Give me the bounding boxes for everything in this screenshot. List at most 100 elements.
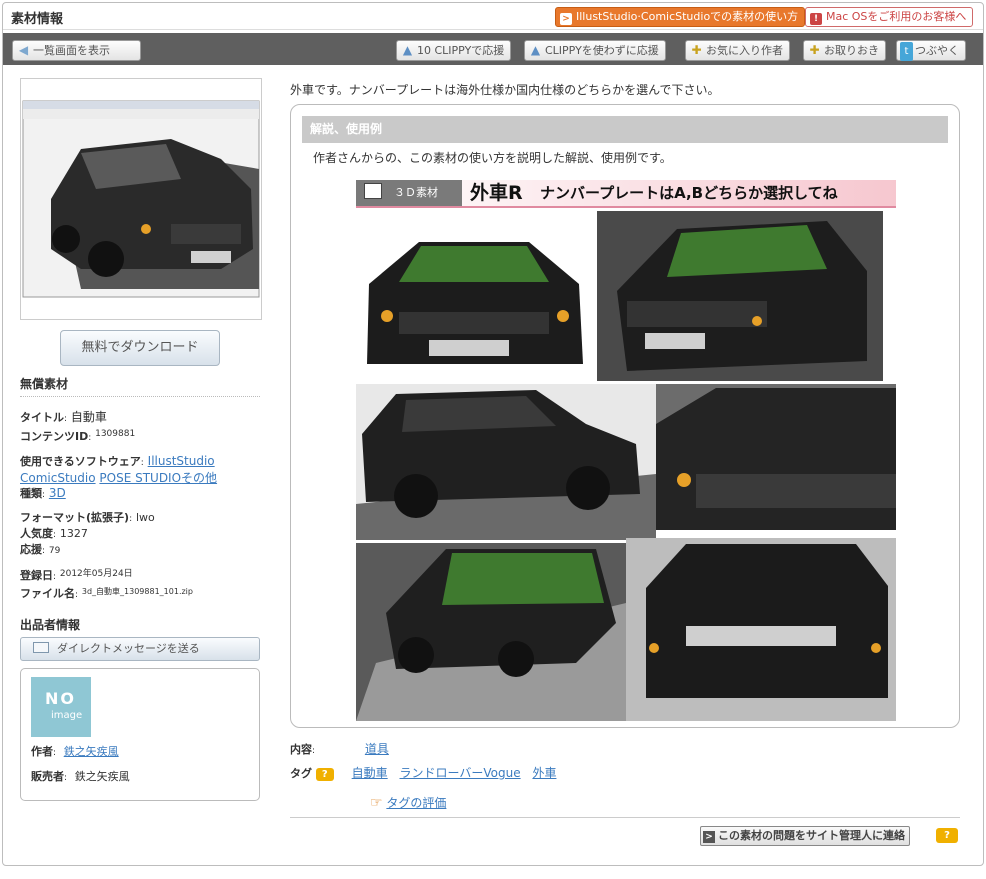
back-to-list-button[interactable]: ◀ 一覧画面を表示 [12, 40, 141, 61]
example-image-front-quarter [597, 211, 883, 381]
title-value: 自動車 [70, 410, 107, 424]
example-image-side [356, 384, 656, 540]
arrow-left-icon: ◀ [18, 43, 29, 57]
bookmark-label: お取りおき [824, 44, 879, 57]
guide-button[interactable]: > IllustStudio·ComicStudioでの素材の使い方 [555, 7, 806, 27]
tag-link[interactable]: 外車 [532, 766, 556, 780]
envelope-icon [33, 642, 49, 653]
kind-label: 種類 [20, 487, 42, 500]
clip-icon: ▲ [530, 43, 541, 57]
example-images [356, 208, 896, 721]
content-link[interactable]: 道具 [365, 742, 389, 756]
arrow-right-icon: > [703, 831, 715, 843]
favorite-author-label: お気に入り作者 [706, 44, 783, 57]
free-download-button[interactable]: 無料でダウンロード [60, 330, 220, 366]
software-link-other[interactable]: その他 [181, 471, 217, 485]
twitter-icon: t [900, 42, 913, 61]
car-rear-render [626, 538, 896, 721]
help-icon[interactable]: ? [315, 768, 334, 781]
car-front-render [359, 234, 591, 368]
alert-icon: ! [810, 13, 822, 25]
header: 素材情報 > IllustStudio·ComicStudioでの素材の使い方 !… [3, 3, 983, 30]
support-free-button[interactable]: ▲ CLIPPYを使わずに応援 [524, 40, 666, 61]
plus-icon: ✚ [809, 43, 820, 57]
format-value: lwo [135, 511, 155, 524]
author-row: 作者: 鉄之矢疾風 [31, 745, 119, 758]
report-button[interactable]: > この素材の問題をサイト管理人に連絡 [700, 826, 910, 846]
arrow-right-icon: > [560, 13, 572, 25]
example-image-hood [656, 384, 896, 530]
bookmark-button[interactable]: ✚ お取りおき [803, 40, 886, 61]
filename-value: 3d_自動車_1309881_101.zip [81, 587, 193, 596]
plus-icon: ✚ [691, 43, 702, 57]
toolbar: ◀ 一覧画面を表示 ▲ 10 CLIPPYで応援 ▲ CLIPPYを使わずに応援 ✚ お… [3, 33, 983, 65]
car-quarter-render [597, 211, 883, 381]
guide-label: IllustStudio·ComicStudioでの素材の使い方 [576, 10, 799, 23]
software-link-illuststudio[interactable]: IllustStudio [148, 454, 215, 468]
vendor-value: 鉄之矢疾風 [74, 770, 130, 783]
cube-icon [364, 183, 382, 199]
help-icon[interactable]: ? [936, 828, 958, 843]
popularity-label: 人気度 [20, 527, 53, 540]
direct-message-button[interactable]: ダイレクトメッセージを送る [20, 637, 260, 661]
filename-row: ファイル名: 3d_自動車_1309881_101.zip [20, 587, 193, 600]
example-image-front [359, 234, 591, 368]
tag-link[interactable]: ランドローバーVogue [400, 766, 521, 780]
software-link-comicstudio[interactable]: ComicStudio [20, 471, 96, 485]
kind-row: 種類: 3D [20, 486, 66, 500]
tags-row: タグ ? 自動車 ランドローバーVogue 外車 [290, 764, 556, 781]
back-label: 一覧画面を表示 [33, 44, 110, 57]
vendor-row: 販売者: 鉄之矢疾風 [31, 770, 130, 783]
vendor-label: 販売者 [31, 770, 64, 783]
banner-tag: ３Ｄ素材 [356, 180, 462, 206]
banner-tag-label: ３Ｄ素材 [394, 186, 438, 199]
clip-icon: ▲ [402, 43, 413, 57]
material-thumbnail[interactable] [20, 78, 262, 320]
example-banner: ３Ｄ素材 外車R ナンバープレートはA,Bどちらか選択してね [356, 180, 896, 208]
mac-notice-button[interactable]: ! Mac OSをご利用のお客様へ [805, 7, 974, 27]
clippy10-label: 10 CLIPPYで応援 [417, 44, 505, 57]
popularity-row: 人気度: 1327 [20, 527, 88, 540]
tag-evaluation[interactable]: ☞ タグの評価 [370, 794, 446, 811]
avatar: NO image [31, 677, 91, 737]
report-label: この素材の問題をサイト管理人に連絡 [718, 829, 905, 842]
car-top-render [356, 543, 626, 721]
kind-link-3d[interactable]: 3D [49, 486, 66, 500]
popularity-value: 1327 [59, 527, 88, 540]
content-id-row: コンテンツID: 1309881 [20, 429, 136, 443]
format-label: フォーマット(拡張子) [20, 511, 130, 524]
pointing-hand-icon: ☞ [370, 795, 383, 811]
date-label: 登録日 [20, 569, 53, 582]
content-label: 内容 [290, 743, 312, 756]
divider [290, 817, 960, 818]
content-id-value: 1309881 [95, 429, 136, 439]
divider [20, 396, 260, 397]
support-label: 応援 [20, 543, 42, 556]
seller-card: NO image 作者: 鉄之矢疾風 販売者: 鉄之矢疾風 [20, 668, 260, 801]
author-link[interactable]: 鉄之矢疾風 [64, 745, 119, 758]
content-id-label: コンテンツID [20, 430, 89, 443]
material-description: 外車です。ナンバープレートは海外仕様か国内仕様のどちらかを選んで下さい。 [290, 83, 720, 97]
explanation-title: 解説、使用例 [302, 116, 948, 143]
tag-link[interactable]: 自動車 [352, 766, 388, 780]
tag-evaluation-link[interactable]: タグの評価 [386, 796, 446, 810]
author-label: 作者 [31, 745, 53, 758]
support-row: 応援: 79 [20, 543, 61, 556]
clippy10-button[interactable]: ▲ 10 CLIPPYで応援 [396, 40, 512, 61]
support-value: 79 [48, 546, 61, 556]
car-side-render [356, 384, 656, 540]
tweet-button[interactable]: t つぶやく [896, 40, 966, 61]
material-type-label: 無償素材 [20, 377, 69, 391]
car-hood-render [656, 384, 896, 530]
tweet-label: つぶやく [915, 44, 959, 57]
software-link-posestudio[interactable]: POSE STUDIO [99, 471, 181, 485]
explanation-text: 作者さんからの、この素材の使い方を説明した解説、使用例です。 [313, 151, 672, 165]
mac-notice-label: Mac OSをご利用のお客様へ [826, 10, 967, 23]
title-label: タイトル [20, 411, 64, 424]
noimage-top: NO [45, 689, 76, 708]
favorite-author-button[interactable]: ✚ お気に入り作者 [685, 40, 790, 61]
software-label: 使用できるソフトウェア [20, 455, 141, 468]
car-thumbnail-image [21, 79, 261, 319]
example-image-top-rear [356, 543, 626, 721]
support-free-label: CLIPPYを使わずに応援 [545, 44, 659, 57]
